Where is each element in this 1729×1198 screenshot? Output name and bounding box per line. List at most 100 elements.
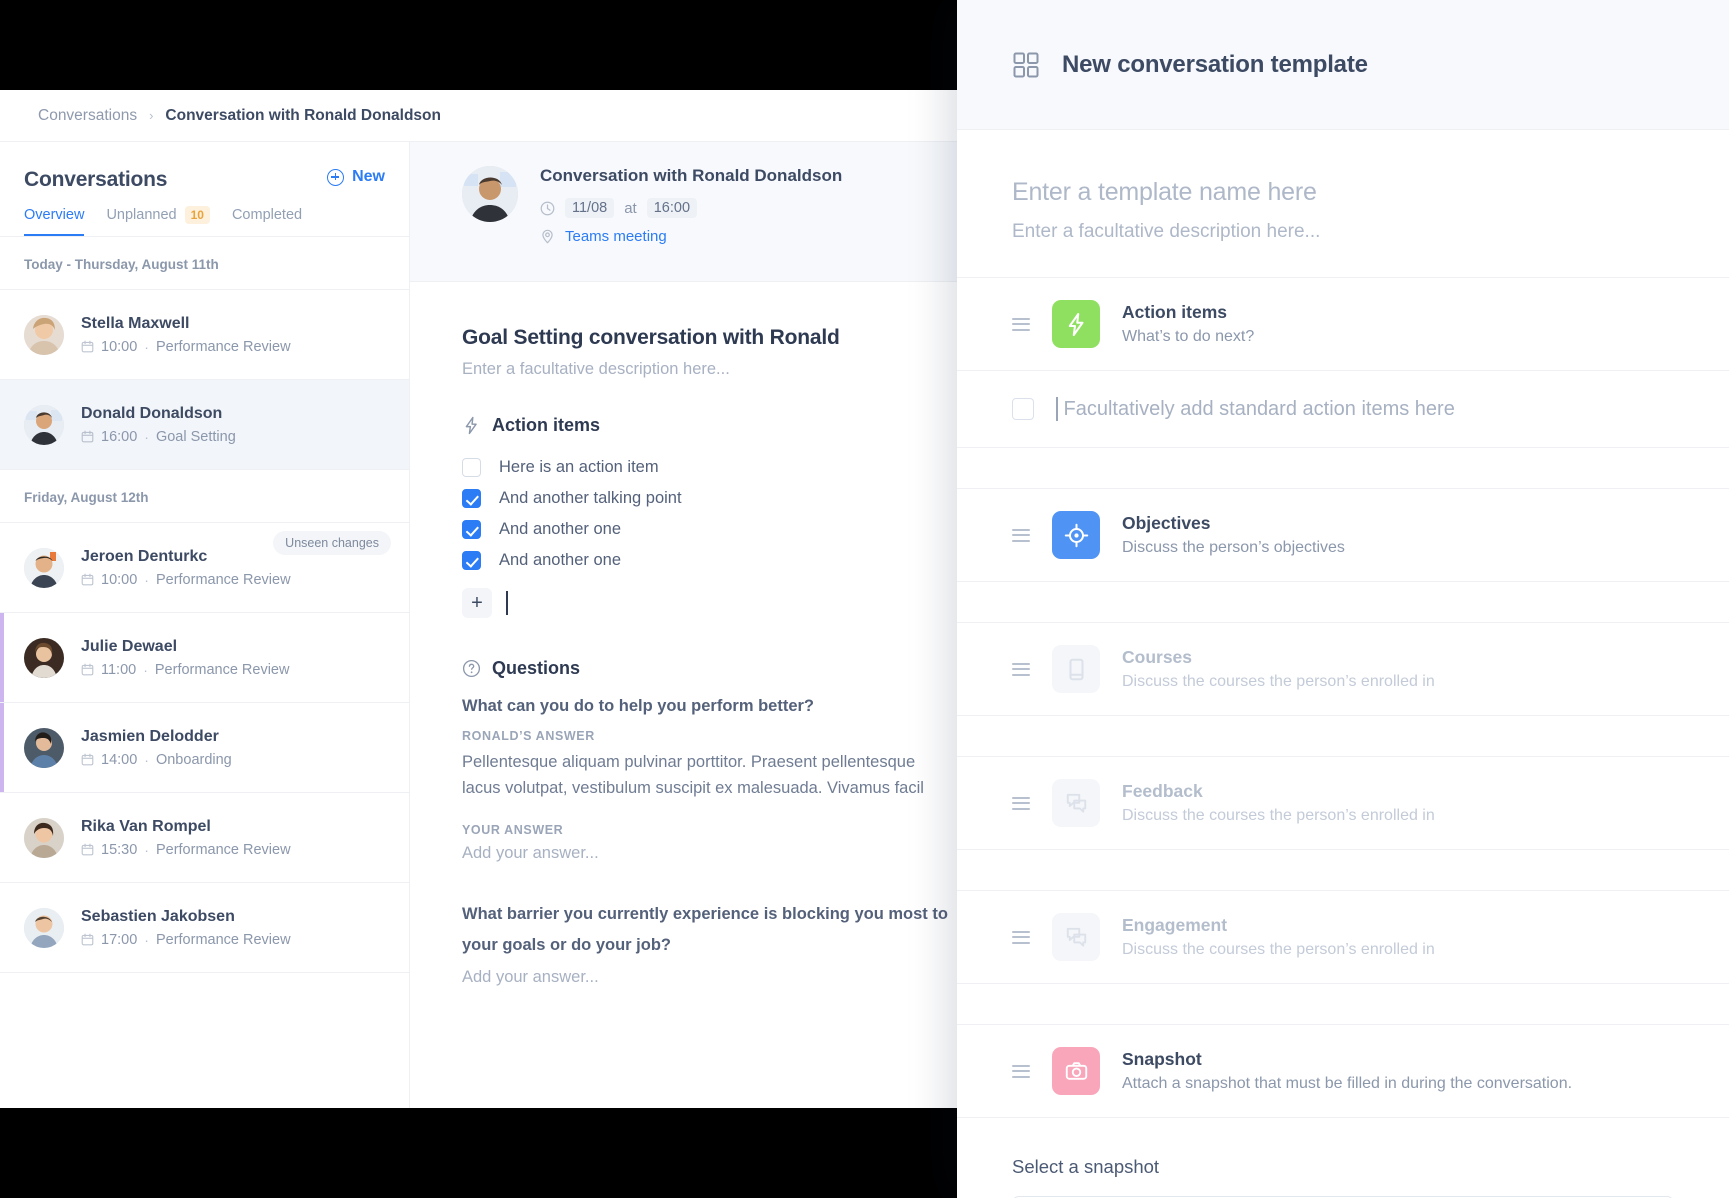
avatar-image	[24, 404, 64, 445]
page-title: Conversations	[24, 168, 168, 191]
dot-separator: ·	[144, 338, 149, 355]
action-item-label: And another one	[499, 520, 622, 538]
calendar-icon	[81, 754, 94, 766]
avatar	[24, 404, 64, 445]
conversation-list-item[interactable]: Jasmien Delodder 14:00 · Onboarding	[0, 703, 409, 794]
template-block-engagement[interactable]: Engagement Discuss the courses the perso…	[957, 891, 1729, 983]
tab-overview-label: Overview	[24, 207, 85, 224]
template-block-courses[interactable]: Courses Discuss the courses the person’s…	[957, 623, 1729, 715]
conversation-list-item[interactable]: Stella Maxwell 10:00 · Performance Revie…	[0, 290, 409, 381]
conversation-subline: 17:00 · Performance Review	[81, 932, 385, 948]
avatar	[24, 637, 64, 678]
dot-separator: ·	[144, 841, 149, 858]
template-block-title: Objectives	[1122, 513, 1211, 533]
action-item-checkbox[interactable]	[462, 520, 481, 539]
avatar	[24, 314, 64, 355]
conversation-subline: 10:00 · Performance Review	[81, 572, 385, 588]
standard-action-item-input[interactable]: Facultatively add standard action items …	[1064, 398, 1455, 421]
at-word: at	[624, 199, 637, 217]
conversation-date[interactable]: 11/08	[565, 198, 615, 218]
avatar	[462, 166, 518, 222]
conversations-panel: Conversations New Overview Unplanned 10	[0, 142, 410, 1108]
conversation-time: 17:00	[101, 931, 138, 948]
status-badge: Unseen changes	[273, 531, 391, 556]
tab-unplanned-badge: 10	[184, 206, 210, 225]
lightning-icon	[465, 416, 477, 435]
drag-handle-icon[interactable]	[1012, 1061, 1030, 1081]
conversation-type: Performance Review	[154, 661, 290, 678]
breadcrumb-root-link[interactable]: Conversations	[38, 107, 137, 125]
action-item-checkbox[interactable]	[462, 551, 481, 570]
avatar-image	[24, 817, 64, 858]
add-action-item-button[interactable]: +	[462, 588, 492, 618]
template-block-action-items[interactable]: Action items What’s to do next?	[957, 278, 1729, 370]
avatar-image	[24, 314, 64, 355]
conversation-meta: Rika Van Rompel 15:30 · Performance Revi…	[81, 818, 385, 858]
conversation-list-item[interactable]: Sebastien Jakobsen 17:00 · Performance R…	[0, 883, 409, 974]
drag-handle-icon[interactable]	[1012, 659, 1030, 679]
action-items-title: Action items	[492, 415, 601, 435]
standard-action-item-checkbox[interactable]	[1012, 398, 1034, 420]
conversation-list-item[interactable]: Donald Donaldson 16:00 · Goal Setting	[0, 380, 409, 471]
conversation-list-item[interactable]: Rika Van Rompel 15:30 · Performance Revi…	[0, 793, 409, 884]
tab-unplanned[interactable]: Unplanned 10	[106, 206, 210, 237]
template-block-subtitle: Discuss the courses the person’s enrolle…	[1122, 807, 1435, 824]
camera-glyph	[1065, 1061, 1087, 1080]
drag-handle-icon[interactable]	[1012, 525, 1030, 545]
conversation-location[interactable]: Teams meeting	[540, 228, 842, 245]
dot-separator: ·	[144, 571, 149, 588]
drag-handle-icon[interactable]	[1012, 927, 1030, 947]
avatar-image	[24, 727, 64, 768]
tab-overview[interactable]: Overview	[24, 207, 85, 237]
day-header-friday: Friday, August 12th	[0, 470, 409, 524]
conversation-list-item[interactable]: Jeroen Denturkc 10:00 · Performance Revi…	[0, 523, 409, 614]
template-block-feedback[interactable]: Feedback Discuss the courses the person’…	[957, 757, 1729, 849]
conversation-list-item[interactable]: Julie Dewael 11:00 · Performance Review	[0, 613, 409, 704]
snapshot-select-block: Select a snapshot	[957, 1118, 1729, 1198]
question-circle-icon	[462, 659, 481, 678]
conversation-detail-body: Goal Setting conversation with Ronald En…	[410, 282, 1048, 987]
camera-icon	[1052, 1047, 1100, 1095]
conversation-type: Onboarding	[155, 751, 232, 768]
conversation-meta: Stella Maxwell 10:00 · Performance Revie…	[81, 315, 385, 355]
tab-unplanned-label: Unplanned	[106, 207, 177, 224]
dot-separator: ·	[144, 428, 149, 445]
target-icon	[1052, 511, 1100, 559]
new-conversation-button[interactable]: New	[327, 168, 385, 186]
calendar-icon	[81, 664, 94, 676]
map-pin-icon	[542, 229, 553, 244]
template-block-text: Courses Discuss the courses the person’s…	[1122, 647, 1435, 691]
conversation-subline: 16:00 · Goal Setting	[81, 429, 385, 445]
template-name-input[interactable]: Enter a template name here	[1012, 178, 1674, 207]
conversation-type: Performance Review	[155, 338, 291, 355]
action-item-checkbox[interactable]	[462, 458, 481, 477]
app-window: Conversations › Conversation with Ronald…	[0, 90, 1048, 1108]
grid-icon	[1013, 52, 1039, 77]
teams-meeting-link[interactable]: Teams meeting	[565, 228, 667, 245]
avatar-image	[24, 637, 64, 678]
conversation-type: Goal Setting	[155, 428, 236, 445]
template-block-text: Feedback Discuss the courses the person’…	[1122, 781, 1435, 825]
action-item-checkbox[interactable]	[462, 489, 481, 508]
template-name-block: Enter a template name here Enter a facul…	[957, 130, 1729, 277]
template-description-input[interactable]: Enter a facultative description here...	[1012, 221, 1674, 243]
drag-handle-icon[interactable]	[1012, 793, 1030, 813]
conversation-detail-title: Conversation with Ronald Donaldson	[540, 166, 843, 185]
template-block-snapshot[interactable]: Snapshot Attach a snapshot that must be …	[957, 1025, 1729, 1117]
template-block-subtitle: What’s to do next?	[1122, 328, 1255, 345]
template-block-objectives[interactable]: Objectives Discuss the person’s objectiv…	[957, 489, 1729, 581]
screenshot-stage: Conversations › Conversation with Ronald…	[0, 0, 1729, 1198]
lightning-icon	[1052, 300, 1100, 348]
conversation-meta: Julie Dewael 11:00 · Performance Review	[81, 638, 385, 678]
conversation-meta: Sebastien Jakobsen 17:00 · Performance R…	[81, 908, 385, 948]
snapshot-select-label: Select a snapshot	[1012, 1156, 1160, 1177]
drag-handle-icon[interactable]	[1012, 314, 1030, 334]
conversation-time[interactable]: 16:00	[646, 198, 698, 218]
calendar-icon	[81, 431, 94, 443]
conversation-person-name: Sebastien Jakobsen	[81, 907, 235, 925]
avatar-image	[24, 907, 64, 948]
template-standard-action-items-row[interactable]: Facultatively add standard action items …	[957, 371, 1729, 447]
tab-completed[interactable]: Completed	[232, 207, 302, 236]
